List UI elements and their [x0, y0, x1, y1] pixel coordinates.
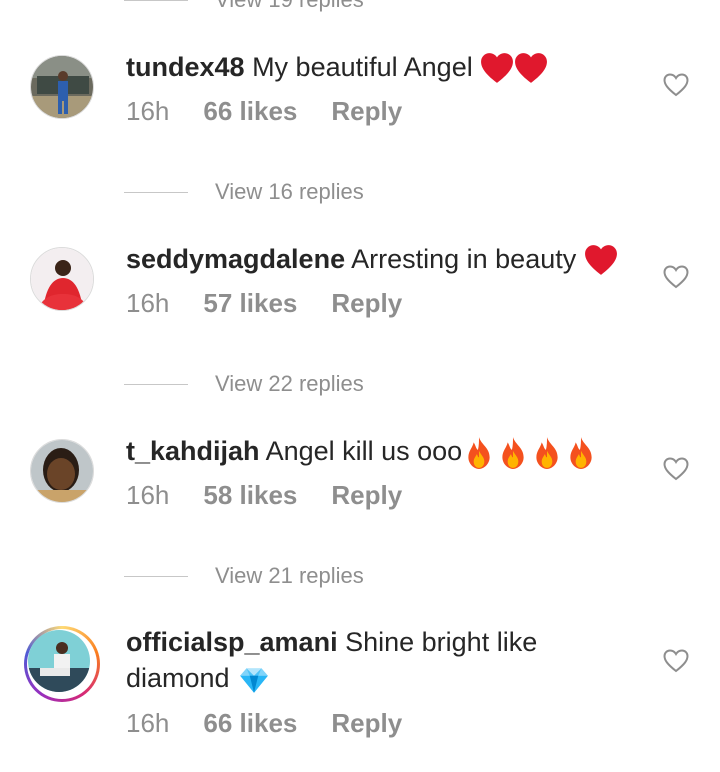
- like-heart-icon[interactable]: [663, 457, 689, 481]
- view-replies-row[interactable]: View 19 replies: [124, 0, 364, 14]
- likes-count[interactable]: 66 likes: [203, 96, 297, 127]
- avatar[interactable]: [30, 55, 94, 119]
- reply-button[interactable]: Reply: [331, 96, 402, 127]
- red-heart-icon: [584, 244, 617, 275]
- comment-time: 16h: [126, 288, 170, 318]
- comment-time: 16h: [126, 708, 170, 738]
- reply-button[interactable]: Reply: [331, 480, 402, 511]
- comment-body: Angel kill us ooo: [265, 436, 463, 466]
- comment-time: 16h: [126, 96, 170, 126]
- view-replies-link[interactable]: View 22 replies: [215, 371, 364, 397]
- view-replies-link[interactable]: View 19 replies: [215, 0, 364, 13]
- comment-meta: 16h 66 likes Reply: [126, 96, 436, 127]
- replies-divider: [124, 575, 188, 577]
- comment-text: seddymagdalene Arresting in beauty: [126, 241, 618, 278]
- view-replies-link[interactable]: View 21 replies: [215, 563, 364, 589]
- red-heart-icon: [515, 52, 548, 83]
- likes-count[interactable]: 66 likes: [203, 708, 297, 739]
- comment-time: 16h: [126, 480, 170, 510]
- avatar[interactable]: [30, 247, 94, 311]
- view-replies-row[interactable]: View 16 replies: [124, 178, 364, 206]
- gem-stone-icon: [240, 668, 268, 693]
- replies-divider: [124, 191, 188, 193]
- likes-count[interactable]: 57 likes: [203, 288, 297, 319]
- comment-username[interactable]: seddymagdalene: [126, 244, 345, 274]
- like-heart-icon[interactable]: [663, 265, 689, 289]
- view-replies-row[interactable]: View 21 replies: [124, 562, 364, 590]
- comment-body: Arresting in beauty: [351, 244, 577, 274]
- view-replies-row[interactable]: View 22 replies: [124, 370, 364, 398]
- avatar[interactable]: [30, 439, 94, 503]
- comment-meta: 16h 58 likes Reply: [126, 480, 436, 511]
- replies-divider: [124, 0, 188, 1]
- fire-icon: [468, 436, 490, 469]
- fire-icon: [570, 436, 592, 469]
- likes-count[interactable]: 58 likes: [203, 480, 297, 511]
- reply-button[interactable]: Reply: [331, 288, 402, 319]
- like-heart-icon[interactable]: [663, 649, 689, 673]
- replies-divider: [124, 383, 188, 385]
- comment-body: Shine bright like: [345, 627, 538, 657]
- comment-meta: 16h 57 likes Reply: [126, 288, 436, 319]
- view-replies-link[interactable]: View 16 replies: [215, 179, 364, 205]
- comment-text: officialsp_amani Shine bright like: [126, 624, 537, 660]
- comment-username[interactable]: t_kahdijah: [126, 436, 260, 466]
- comment-text-continued: diamond: [126, 660, 271, 697]
- comment-meta: 16h 66 likes Reply: [126, 708, 436, 739]
- like-heart-icon[interactable]: [663, 73, 689, 97]
- reply-button[interactable]: Reply: [331, 708, 402, 739]
- avatar: [28, 630, 90, 692]
- comment-body-line2: diamond: [126, 663, 230, 693]
- comment-body: My beautiful Angel: [252, 52, 473, 82]
- fire-icon: [536, 436, 558, 469]
- red-heart-icon: [481, 52, 514, 83]
- story-ring-avatar[interactable]: [24, 626, 100, 702]
- comment-text: t_kahdijah Angel kill us ooo: [126, 433, 598, 470]
- comment-text: tundex48 My beautiful Angel: [126, 49, 548, 86]
- fire-icon: [502, 436, 524, 469]
- comment-username[interactable]: tundex48: [126, 52, 245, 82]
- comment-username[interactable]: officialsp_amani: [126, 627, 338, 657]
